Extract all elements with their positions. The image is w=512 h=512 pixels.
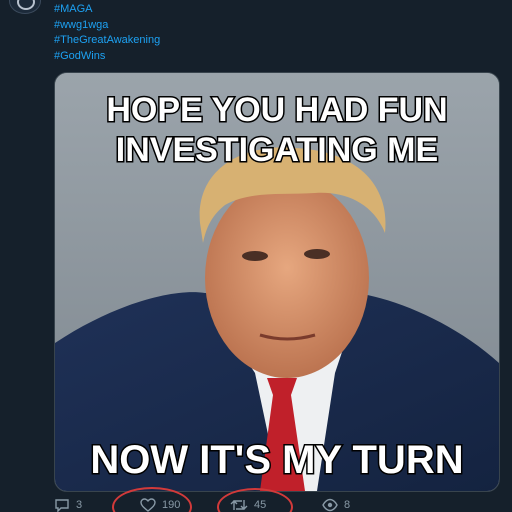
hashtag-list: #MAGA #wwg1wga #TheGreatAwakening #GodWi… <box>54 2 160 64</box>
retweet-count: 45 <box>254 499 267 511</box>
seal-icon <box>17 0 35 10</box>
reply-count: 3 <box>76 499 83 511</box>
like-button[interactable]: 190 <box>140 498 180 512</box>
tweet-view: #MAGA #wwg1wga #TheGreatAwakening #GodWi… <box>0 0 512 512</box>
retweet-button[interactable]: 45 <box>230 498 266 512</box>
retweet-icon <box>230 500 248 510</box>
tweet-actions: 3 190 45 8 <box>54 498 498 512</box>
reply-button[interactable]: 3 <box>54 498 82 512</box>
hashtag-link[interactable]: #GodWins <box>54 49 160 65</box>
meme-caption-top-line1: HOPE YOU HAD FUN <box>106 91 447 129</box>
hashtag-link[interactable]: #MAGA <box>54 2 160 18</box>
hashtag-link[interactable]: #TheGreatAwakening <box>54 33 160 49</box>
meme-caption-bottom: NOW IT'S MY TURN <box>90 438 463 482</box>
hashtag-link[interactable]: #wwg1wga <box>54 18 160 34</box>
meme-caption-top-line2: INVESTIGATING ME <box>116 131 438 169</box>
avatar[interactable] <box>9 0 41 14</box>
reply-icon <box>55 499 69 512</box>
tweet-image[interactable]: HOPE YOU HAD FUN INVESTIGATING ME NOW IT… <box>54 72 500 492</box>
face <box>205 178 369 378</box>
meme-image: HOPE YOU HAD FUN INVESTIGATING ME NOW IT… <box>55 73 499 491</box>
left-eye <box>242 251 268 261</box>
views-count: 8 <box>344 499 351 511</box>
heart-icon <box>140 498 156 512</box>
views-button[interactable]: 8 <box>322 498 350 512</box>
views-icon <box>322 498 338 512</box>
like-count: 190 <box>162 499 181 511</box>
right-eye <box>304 249 330 259</box>
